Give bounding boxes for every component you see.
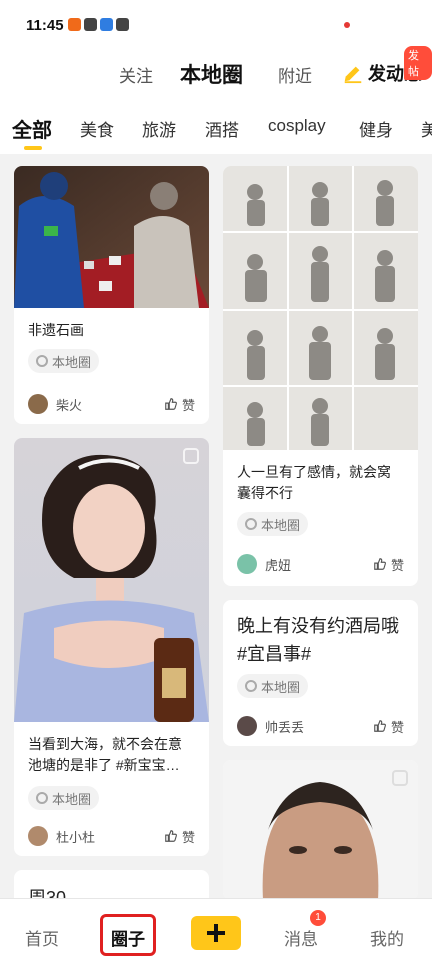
like-button[interactable]: 赞 xyxy=(164,827,195,846)
status-bar: 11:45 xyxy=(0,0,432,50)
tab-follow[interactable]: 关注 xyxy=(119,62,153,87)
category-fitness[interactable]: 健身 xyxy=(359,116,393,141)
post-tag[interactable]: 本地圈 xyxy=(28,349,100,373)
post-card[interactable]: 晚上有没有约酒局哦 #宜昌事# 本地圈 帅丢丢 赞 xyxy=(223,600,418,746)
post-card[interactable]: 非遗石画 本地圈 柴火 赞 xyxy=(14,166,209,424)
circle-tag-icon xyxy=(36,792,48,804)
post-card[interactable]: 当看到大海，就不会在意池塘的是非了 #新宝宝… 本地圈 杜小杜 赞 xyxy=(14,438,209,856)
category-active-indicator xyxy=(24,146,42,150)
post-badge: 发帖 xyxy=(404,46,432,80)
post-tag-label: 本地圈 xyxy=(52,791,92,807)
category-more[interactable]: 美 xyxy=(421,116,432,141)
media-indicator-icon xyxy=(392,770,408,786)
post-tag-label: 本地圈 xyxy=(261,679,301,695)
post-card[interactable] xyxy=(223,760,418,900)
circle-tag-icon xyxy=(36,355,48,367)
post-tag[interactable]: 本地圈 xyxy=(237,674,309,698)
link-notification-icon xyxy=(84,18,97,31)
top-header: 关注 本地圈 附近 发动态 发帖 xyxy=(0,46,432,100)
pencil-icon xyxy=(344,66,362,84)
post-tag-label: 本地圈 xyxy=(261,517,301,533)
app-notification-icon xyxy=(68,18,81,31)
nav-messages[interactable]: 消息 xyxy=(284,925,318,950)
post-title: 晚上有没有约酒局哦 #宜昌事# xyxy=(237,616,399,664)
category-tabs: 全部 美食 旅游 酒搭 cosplay 健身 美 xyxy=(0,100,432,154)
category-drinks[interactable]: 酒搭 xyxy=(205,116,239,141)
like-label: 赞 xyxy=(390,719,404,735)
post-tag-label: 本地圈 xyxy=(52,354,92,370)
thumbs-up-icon xyxy=(165,830,177,842)
like-button[interactable]: 赞 xyxy=(373,717,404,736)
post-footer: 虎妞 赞 xyxy=(237,554,404,574)
author-name[interactable]: 杜小杜 xyxy=(56,827,164,846)
like-button[interactable]: 赞 xyxy=(373,555,404,574)
post-tag[interactable]: 本地圈 xyxy=(237,512,309,536)
plus-icon xyxy=(207,924,225,942)
post-footer: 帅丢丢 赞 xyxy=(237,716,404,736)
nav-home[interactable]: 首页 xyxy=(25,925,59,950)
avatar[interactable] xyxy=(237,554,257,574)
post-footer: 柴火 赞 xyxy=(28,394,195,414)
category-all[interactable]: 全部 xyxy=(12,114,52,143)
avatar[interactable] xyxy=(237,716,257,736)
post-title: 当看到大海，就不会在意池塘的是非了 #新宝宝… xyxy=(28,736,182,773)
post-title: 人一旦有了感情，就会窝囊得不行 xyxy=(237,464,391,501)
status-time: 11:45 xyxy=(26,17,64,34)
author-name[interactable]: 帅丢丢 xyxy=(265,717,373,736)
circle-tag-icon xyxy=(245,518,257,530)
thumbs-up-icon xyxy=(374,558,386,570)
circle-tag-icon xyxy=(245,680,257,692)
pay-notification-icon xyxy=(100,18,113,31)
like-button[interactable]: 赞 xyxy=(164,395,195,414)
post-tag[interactable]: 本地圈 xyxy=(28,786,100,810)
status-icons xyxy=(68,18,129,31)
avatar[interactable] xyxy=(28,394,48,414)
tab-local-circle[interactable]: 本地圈 xyxy=(180,59,243,89)
like-label: 赞 xyxy=(181,829,195,845)
nav-circle-highlight xyxy=(100,914,156,956)
post-image xyxy=(223,760,418,900)
post-image xyxy=(223,166,418,450)
post-image xyxy=(14,166,209,308)
post-card[interactable]: 人一旦有了感情，就会窝囊得不行 本地圈 虎妞 赞 xyxy=(223,166,418,586)
post-title: 非遗石画 xyxy=(28,322,84,338)
thumbs-up-icon xyxy=(165,398,177,410)
post-image xyxy=(14,438,209,722)
message-count-badge: 1 xyxy=(310,910,326,926)
category-food[interactable]: 美食 xyxy=(80,116,114,141)
author-name[interactable]: 柴火 xyxy=(56,395,164,414)
post-footer: 杜小杜 赞 xyxy=(28,826,195,846)
like-label: 赞 xyxy=(181,397,195,413)
media-indicator-icon xyxy=(183,448,199,464)
nav-profile[interactable]: 我的 xyxy=(370,925,404,950)
message-notification-icon xyxy=(116,18,129,31)
avatar[interactable] xyxy=(28,826,48,846)
category-cosplay[interactable]: cosplay xyxy=(268,116,326,136)
create-post-button[interactable] xyxy=(191,916,241,950)
tab-nearby[interactable]: 附近 xyxy=(278,62,312,87)
thumbs-up-icon xyxy=(374,720,386,732)
recording-dot-icon xyxy=(344,22,350,28)
author-name[interactable]: 虎妞 xyxy=(265,555,373,574)
like-label: 赞 xyxy=(390,557,404,573)
category-travel[interactable]: 旅游 xyxy=(142,116,176,141)
